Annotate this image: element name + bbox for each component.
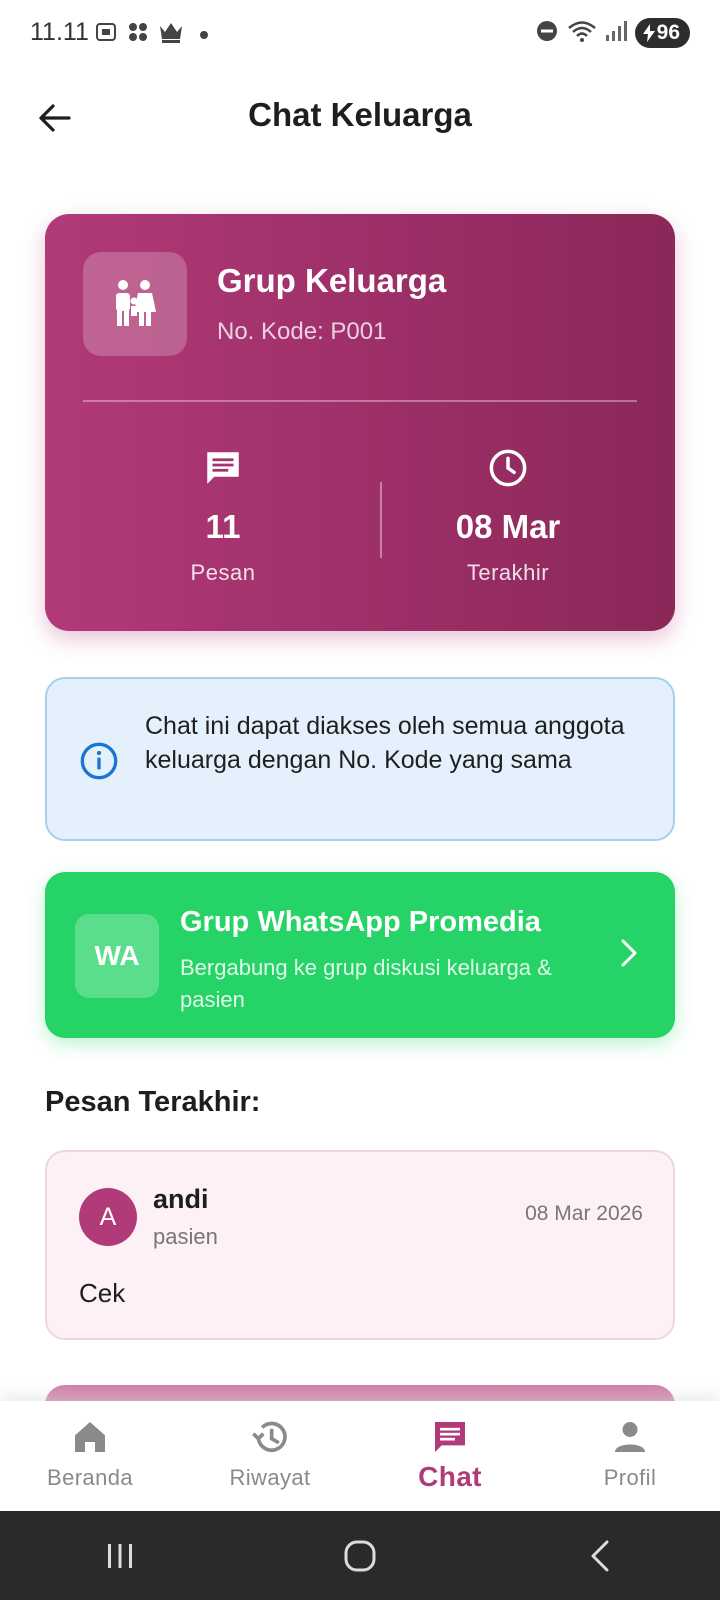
stat-label: Terakhir	[466, 560, 550, 585]
whatsapp-group-card[interactable]: WA Grup WhatsApp Promedia Bergabung ke g…	[45, 872, 675, 1038]
info-icon	[79, 741, 119, 786]
status-bar: 11.11 96	[0, 0, 720, 68]
nav-item-profil[interactable]: Profil	[540, 1401, 720, 1511]
message-card[interactable]: A andi pasien 08 Mar 2026 Cek	[45, 1150, 675, 1340]
stat-label: Pesan	[190, 560, 256, 585]
stat-value: 08 Mar	[455, 508, 561, 545]
whatsapp-badge: WA	[75, 914, 159, 998]
stat-messages: 11 Pesan	[98, 446, 348, 586]
home-circle-icon	[344, 1540, 376, 1571]
clock-icon	[383, 446, 633, 490]
nav-label: Beranda	[47, 1465, 133, 1490]
page-title: Chat Keluarga	[248, 96, 472, 133]
history-icon	[250, 1415, 290, 1459]
message-date: 08 Mar 2026	[525, 1202, 643, 1225]
crown-icon	[158, 20, 184, 49]
recent-apps-button[interactable]	[90, 1526, 150, 1586]
stat-value: 11	[205, 508, 241, 545]
screenshot-icon	[94, 20, 118, 49]
group-card: Grup Keluarga No. Kode: P001 11 Pesan 08…	[45, 214, 675, 631]
home-icon	[70, 1415, 110, 1459]
bottom-nav: Beranda Riwayat Chat Profil	[0, 1401, 720, 1511]
dnd-icon	[535, 19, 559, 48]
home-button[interactable]	[330, 1526, 390, 1586]
system-navigation-bar	[0, 1511, 720, 1600]
stat-last-activity: 08 Mar Terakhir	[383, 446, 633, 586]
battery-indicator: 96	[634, 18, 690, 48]
app-header: Chat Keluarga	[0, 80, 720, 156]
card-divider	[83, 400, 637, 402]
whatsapp-subtitle: Bergabung ke grup diskusi keluarga & pas…	[180, 955, 552, 1012]
status-system-icons: 96	[535, 18, 690, 48]
avatar: A	[79, 1188, 137, 1246]
apps-icon	[126, 20, 150, 49]
stat-separator	[380, 482, 382, 558]
system-back-button[interactable]	[570, 1526, 630, 1586]
family-icon	[116, 280, 156, 326]
message-text: Cek	[79, 1278, 126, 1308]
status-notification-icons	[94, 20, 208, 49]
battery-level: 96	[656, 21, 680, 44]
chat-icon	[98, 446, 348, 490]
nav-label: Profil	[603, 1465, 657, 1490]
info-box: Chat ini dapat diakses oleh semua anggot…	[45, 677, 675, 841]
chevron-right-icon	[619, 938, 639, 973]
nav-item-beranda[interactable]: Beranda	[0, 1401, 180, 1511]
message-role: pasien	[153, 1224, 218, 1249]
signal-icon	[605, 19, 627, 48]
recent-apps-icon	[108, 1543, 132, 1568]
group-code: No. Kode: P001	[217, 318, 387, 345]
group-name: Grup Keluarga	[217, 262, 447, 299]
section-title: Pesan Terakhir:	[45, 1086, 261, 1118]
group-icon-box	[83, 252, 187, 356]
chat-icon	[430, 1415, 470, 1459]
message-sender: andi	[153, 1184, 209, 1214]
nav-label: Chat	[418, 1461, 482, 1492]
nav-label: Riwayat	[229, 1465, 311, 1490]
chevron-left-icon	[591, 1540, 609, 1571]
wifi-icon	[567, 19, 597, 48]
nav-item-chat[interactable]: Chat	[360, 1401, 540, 1511]
info-text: Chat ini dapat diakses oleh semua anggot…	[145, 712, 625, 774]
nav-item-riwayat[interactable]: Riwayat	[180, 1401, 360, 1511]
person-icon	[610, 1415, 650, 1459]
status-time: 11.11	[30, 18, 89, 46]
notification-dot-icon	[200, 30, 208, 39]
charging-bolt-icon	[642, 24, 655, 42]
whatsapp-title: Grup WhatsApp Promedia	[180, 906, 541, 938]
